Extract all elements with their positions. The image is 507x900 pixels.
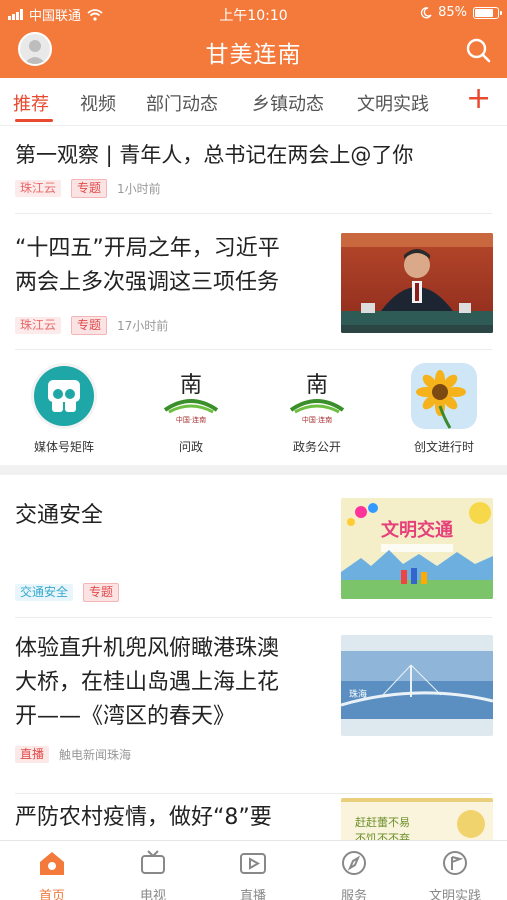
lianan-emblem-icon: 南 中国·连南 (283, 362, 351, 430)
shortcut-civilization[interactable]: 创文进行时 (399, 362, 489, 455)
news-thumbnail: 文明交通 (341, 498, 493, 599)
battery-fill (475, 8, 493, 17)
conference-photo (341, 233, 493, 333)
news-item[interactable]: “十四五”开局之年，习近平 两会上多次强调这三项任务 珠江云 专题 17小时前 (0, 214, 507, 350)
live-tag: 直播 (15, 746, 50, 763)
nav-live[interactable]: 直播 (213, 849, 293, 900)
news-source: 触电新闻珠海 (59, 748, 132, 762)
shortcut-government-affairs[interactable]: 南 中国·连南 政务公开 (272, 362, 362, 455)
shortcut-label: 问政 (178, 440, 203, 454)
tab-video[interactable]: 视频 (80, 90, 116, 116)
nav-service[interactable]: 服务 (314, 849, 394, 900)
media-matrix-icon (30, 362, 98, 430)
live-icon (240, 853, 266, 874)
news-item[interactable]: 交通安全 交通安全 专题 文明交通 (0, 475, 507, 618)
emblem-glyph: 南 (306, 373, 328, 398)
nav-civilization[interactable]: 文明实践 (415, 849, 495, 900)
news-item[interactable]: 体验直升机兜风俯瞰港珠澳 大桥，在桂山岛遇上海上花 开——《湾区的春天》 直播 … (0, 618, 507, 794)
tab-department-news[interactable]: 部门动态 (146, 90, 218, 116)
news-meta: 珠江云 专题 17小时前 (15, 316, 168, 335)
news-title-line: “十四五”开局之年，习近平 (15, 236, 280, 261)
news-title-line: 大桥，在桂山岛遇上海上花 (15, 670, 280, 695)
nav-label: 电视 (139, 889, 166, 900)
news-time: 17小时前 (117, 319, 169, 333)
moon-icon (421, 6, 432, 18)
lianan-emblem-icon: 南 中国·连南 (157, 362, 225, 430)
emblem-subtitle: 中国·连南 (176, 415, 206, 424)
emblem-subtitle: 中国·连南 (302, 415, 332, 424)
app-title: 甘美连南 (205, 42, 302, 68)
source-tag: 珠江云 (15, 180, 62, 197)
status-right: 85% (420, 5, 502, 20)
flag-icon (443, 851, 467, 875)
news-item[interactable]: 严防农村疫情，做好“8”要 赶赶蕾不易 不饥不不弃 (0, 794, 507, 840)
source-tag: 交通安全 (15, 584, 74, 601)
bottom-nav: 首页 电视 直播 服务 文明实践 (0, 840, 507, 900)
shortcut-label: 媒体号矩阵 (33, 440, 94, 454)
news-item[interactable]: 第一观察 | 青年人，总书记在两会上@了你 珠江云 专题 1小时前 (0, 126, 507, 214)
news-title: 第一观察 | 青年人，总书记在两会上@了你 (15, 143, 414, 167)
news-title-line: 开——《湾区的春天》 (15, 704, 236, 729)
title-bar: 甘美连南 (0, 26, 507, 78)
epidemic-poster: 赶赶蕾不易 不饥不不弃 (341, 798, 493, 840)
news-meta: 交通安全 专题 (15, 583, 120, 602)
shortcut-inquiry[interactable]: 南 中国·连南 问政 (146, 362, 236, 455)
category-tabs: 推荐 视频 部门动态 乡镇动态 文明实践 + (0, 78, 507, 126)
nav-tv[interactable]: 电视 (113, 849, 193, 900)
poster-line: 赶赶蕾不易 (355, 815, 410, 829)
nav-label: 直播 (239, 889, 266, 900)
topic-tag: 专题 (71, 179, 108, 198)
news-title: 体验直升机兜风俯瞰港珠澳 大桥，在桂山岛遇上海上花 开——《湾区的春天》 (15, 632, 279, 734)
active-tab-indicator (15, 119, 53, 122)
battery-percent: 85% (438, 5, 467, 20)
source-tag: 珠江云 (15, 317, 62, 334)
bridge-label: 珠海 (349, 688, 367, 700)
tab-township-news[interactable]: 乡镇动态 (252, 90, 324, 116)
news-meta: 直播 触电新闻珠海 (15, 746, 131, 763)
nav-home[interactable]: 首页 (12, 849, 92, 900)
news-meta: 珠江云 专题 1小时前 (15, 179, 161, 198)
tab-civilization-practice[interactable]: 文明实践 (357, 90, 429, 116)
search-icon[interactable] (465, 37, 491, 63)
emblem-glyph: 南 (180, 373, 202, 398)
news-title-line: 体验直升机兜风俯瞰港珠澳 (15, 636, 280, 661)
section-divider (0, 465, 507, 475)
news-title-line: 两会上多次强调这三项任务 (15, 270, 280, 295)
news-title: 严防农村疫情，做好“8”要 (15, 805, 272, 830)
nav-label: 文明实践 (428, 889, 481, 900)
sunflower-icon (410, 362, 478, 430)
shortcut-grid: 媒体号矩阵 南 中国·连南 问政 南 中国·连南 政务公开 创文进行时 (0, 350, 507, 464)
news-thumbnail: 珠海 (341, 635, 493, 736)
topic-tag: 专题 (71, 316, 108, 335)
news-time: 1小时前 (117, 182, 161, 196)
traffic-poster: 文明交通 (341, 498, 493, 599)
news-thumbnail: 赶赶蕾不易 不饥不不弃 (341, 798, 493, 840)
status-bar: 中国联通 上午10:10 85% (0, 0, 507, 26)
shortcut-label: 创文进行时 (413, 440, 474, 454)
shortcut-label: 政务公开 (292, 440, 341, 454)
add-tab-icon[interactable]: + (466, 84, 491, 114)
battery-icon (473, 6, 502, 19)
news-title: “十四五”开局之年，习近平 两会上多次强调这三项任务 (15, 232, 280, 300)
bridge-photo: 珠海 (341, 635, 493, 736)
tab-recommend[interactable]: 推荐 (13, 90, 49, 116)
news-thumbnail (341, 233, 493, 333)
nav-label: 首页 (38, 889, 65, 900)
topic-tag: 专题 (83, 583, 120, 602)
tv-icon (141, 850, 165, 874)
home-icon (40, 852, 64, 875)
compass-icon (342, 851, 366, 875)
shortcut-media-matrix[interactable]: 媒体号矩阵 (19, 362, 109, 455)
news-title: 交通安全 (15, 503, 104, 528)
nav-label: 服务 (340, 889, 367, 900)
poster-line: 不饥不不弃 (355, 831, 410, 840)
poster-title: 文明交通 (381, 519, 453, 541)
